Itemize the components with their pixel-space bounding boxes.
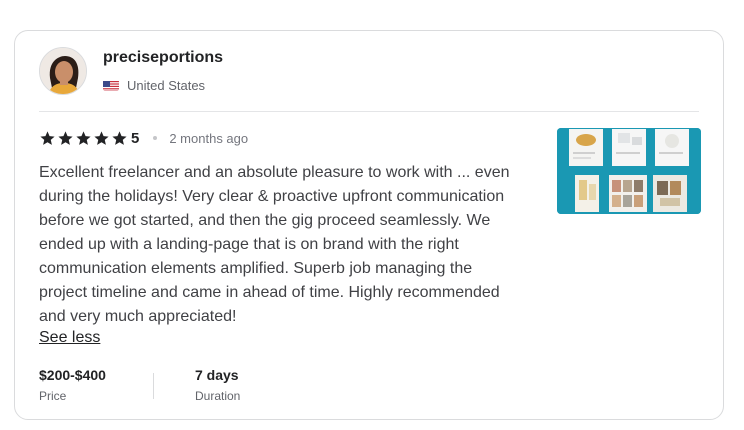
price-block: $200-$400 Price <box>39 367 106 403</box>
see-less-link[interactable]: See less <box>39 329 100 347</box>
star-icon <box>58 130 73 145</box>
review-card: preciseportions United States 5 2 months… <box>14 30 724 420</box>
review-thumbnail[interactable] <box>557 128 701 214</box>
reviewer-username[interactable]: preciseportions <box>103 49 223 67</box>
meta-divider <box>153 373 154 399</box>
star-icon <box>76 130 91 145</box>
duration-value: 7 days <box>195 367 239 383</box>
divider <box>39 111 699 112</box>
star-rating <box>39 130 128 147</box>
review-time: 2 months ago <box>169 130 249 146</box>
rating-row: 5 2 months ago <box>39 129 248 147</box>
price-value: $200-$400 <box>39 367 106 383</box>
separator-dot <box>153 136 158 140</box>
rating-value: 5 <box>131 129 140 147</box>
review-text: Excellent freelancer and an absolute ple… <box>39 164 510 325</box>
star-icon <box>94 130 109 145</box>
star-icon <box>112 130 127 145</box>
reviewer-country: United States <box>103 78 205 93</box>
avatar[interactable] <box>39 47 87 95</box>
duration-block: 7 days Duration <box>195 367 240 403</box>
price-label: Price <box>39 389 67 403</box>
duration-label: Duration <box>195 389 241 403</box>
country-name: United States <box>127 78 206 93</box>
star-icon <box>40 130 55 145</box>
us-flag-icon <box>103 80 119 91</box>
